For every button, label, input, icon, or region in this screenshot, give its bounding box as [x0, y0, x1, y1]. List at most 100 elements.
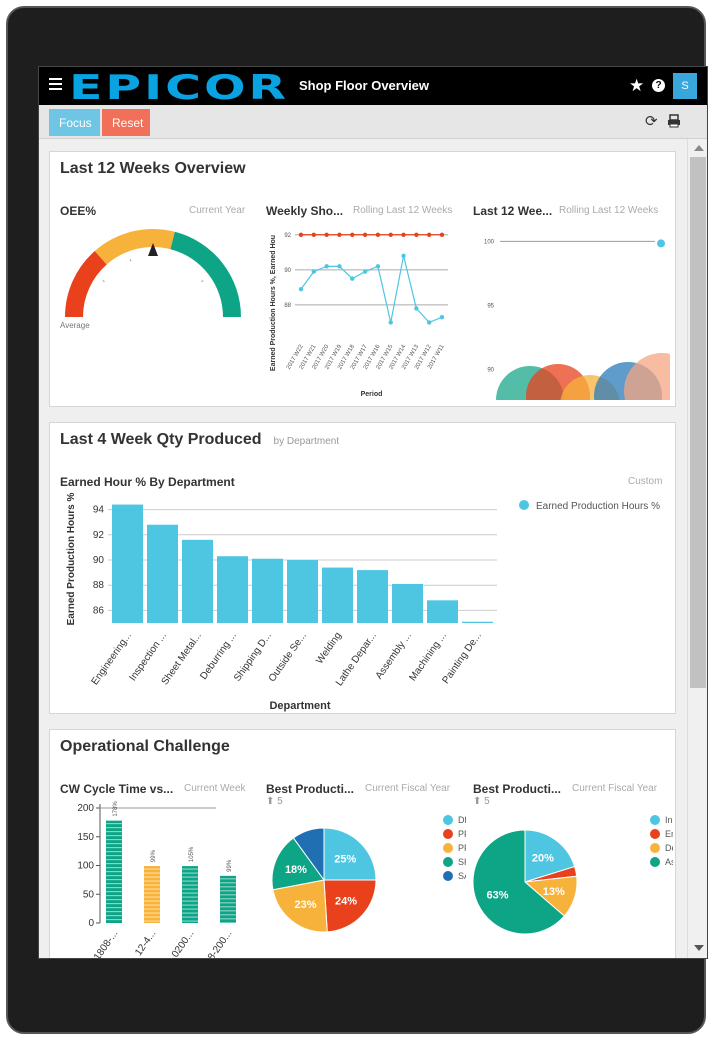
y-tick-label: 100	[77, 861, 94, 872]
qty-period: Custom	[628, 476, 663, 487]
x-tick-label: 8-200...	[206, 928, 234, 959]
y-axis-label: Earned Production Hours %, Earned Hou	[270, 235, 277, 371]
favorite-star-icon[interactable]: ★	[629, 76, 644, 96]
qty-panel-subtitle: by Department	[273, 436, 340, 447]
legend-marker	[443, 871, 453, 881]
legend-marker	[650, 815, 660, 825]
data-point	[298, 232, 304, 237]
legend-label: Earned Production Hours %	[536, 501, 660, 512]
best-production-pie-2[interactable]: 20% Inspec... Engine... 13% Debur... 63% Asse.…	[473, 810, 673, 950]
data-point	[414, 306, 419, 311]
gauge-band-mid	[94, 229, 175, 265]
menu-icon[interactable]	[49, 78, 62, 91]
data-label: 178%	[113, 801, 119, 817]
y-tick-label: 92	[284, 233, 291, 239]
y-tick-label: 200	[77, 803, 94, 814]
best2-period: Current Fiscal Year	[572, 783, 658, 794]
data-point	[426, 232, 432, 237]
bubble-chart[interactable]: 100 95 90	[470, 220, 670, 400]
data-point	[311, 232, 317, 237]
scroll-down-arrow-icon[interactable]	[694, 945, 704, 951]
vertical-scrollbar[interactable]	[687, 139, 707, 958]
cycle-time-chart[interactable]: 200 150 100 50 0 178% 1808-... 99% 12-4... 105% 02…	[58, 800, 258, 959]
print-icon[interactable]	[667, 114, 681, 128]
best-production-pie-1[interactable]: 25% DBRM 24% PPL 23% PPS 18% SHM4 SAW	[266, 810, 466, 950]
data-point	[350, 232, 355, 237]
y-tick-label: 100	[484, 239, 495, 245]
y-tick-label: 0	[88, 918, 94, 929]
bar	[392, 583, 423, 623]
data-point	[375, 232, 381, 237]
legend-label: PPL	[458, 829, 466, 839]
help-icon[interactable]: ?	[652, 79, 665, 92]
pie-label: 20%	[532, 853, 554, 865]
legend-marker	[650, 843, 660, 853]
refresh-icon[interactable]: ⟳	[645, 112, 658, 130]
y-tick-label: 150	[77, 832, 94, 843]
bubble-period: Rolling Last 12 Weeks	[559, 205, 659, 216]
arrow-up-icon: ⬆	[266, 796, 275, 807]
x-tick-label: Assembly ...	[374, 630, 414, 681]
user-avatar[interactable]: S	[673, 73, 697, 99]
legend-marker	[650, 857, 660, 867]
scroll-up-arrow-icon[interactable]	[694, 145, 704, 151]
oee-gauge[interactable]: 89.46% Average	[58, 222, 248, 332]
data-point	[337, 232, 342, 237]
legend-label: SHM4	[458, 857, 466, 867]
legend-marker	[650, 829, 660, 839]
cycle-widget-title: CW Cycle Time vs...	[60, 782, 174, 796]
pie-label: 25%	[334, 854, 356, 866]
data-point	[388, 232, 393, 237]
bar	[217, 556, 248, 623]
data-point	[324, 264, 329, 269]
x-tick-label: Outside Se...	[267, 630, 309, 684]
legend-marker	[443, 843, 453, 853]
pie-label: 18%	[285, 864, 307, 876]
focus-button[interactable]: Focus	[49, 109, 100, 136]
gauge-band-low	[65, 250, 107, 317]
data-point	[657, 239, 665, 248]
gauge-value: 89.46%	[118, 329, 193, 332]
cycle-period: Current Week	[184, 783, 246, 794]
qty-chart-title: Earned Hour % By Department	[60, 475, 235, 489]
bubble	[624, 353, 670, 400]
legend-label: DBRM	[458, 815, 466, 825]
x-axis-label: Period	[361, 391, 383, 398]
data-point	[414, 232, 419, 237]
x-tick-label: 0200...	[170, 928, 197, 959]
epicor-logo: EPICOR	[69, 70, 289, 102]
y-tick-label: 88	[93, 580, 105, 591]
challenge-panel-title: Operational Challenge	[60, 738, 230, 755]
challenge-panel: Operational Challenge CW Cycle Time vs..…	[49, 729, 676, 959]
arrow-up-icon: ⬆	[473, 796, 482, 807]
data-label: 105%	[189, 846, 195, 862]
y-tick-label: 92	[93, 530, 105, 541]
data-point	[298, 286, 304, 292]
reset-button[interactable]: Reset	[102, 109, 150, 136]
data-label: 99%	[227, 859, 233, 872]
gauge-tick	[129, 259, 132, 262]
y-tick-label: 90	[284, 268, 291, 274]
pie-label: 63%	[487, 890, 509, 902]
legend-marker	[443, 857, 453, 867]
y-axis-label: Earned Production Hours %	[66, 492, 77, 625]
svg-text:EPICOR: EPICOR	[69, 70, 289, 102]
scroll-thumb[interactable]	[690, 157, 706, 688]
best1-widget-title: Best Producti...	[266, 782, 355, 796]
dashboard-content: Last 12 Weeks Overview OEE% Current Year…	[39, 139, 687, 959]
legend-label: PPS	[458, 843, 466, 853]
department-bar-chart[interactable]: 9492908886Engineering...Inspection ...Sh…	[50, 491, 675, 713]
qty-panel-title: Last 4 Week Qty Produced by Department	[60, 431, 339, 449]
bar	[144, 866, 160, 923]
y-tick-label: 90	[487, 367, 494, 373]
pie-label: 23%	[294, 899, 316, 911]
x-tick-label: 12-4...	[133, 928, 158, 958]
data-point	[426, 320, 432, 325]
pie-label: 24%	[335, 896, 357, 908]
legend-label: Debur...	[665, 843, 673, 853]
best1-count-value: 5	[277, 796, 283, 807]
oee-period: Current Year	[189, 205, 246, 216]
legend-marker	[443, 815, 453, 825]
weekly-line-chart[interactable]: 9290882017 W222017 W212017 W202017 W1920…	[265, 220, 455, 400]
data-point	[439, 232, 445, 237]
